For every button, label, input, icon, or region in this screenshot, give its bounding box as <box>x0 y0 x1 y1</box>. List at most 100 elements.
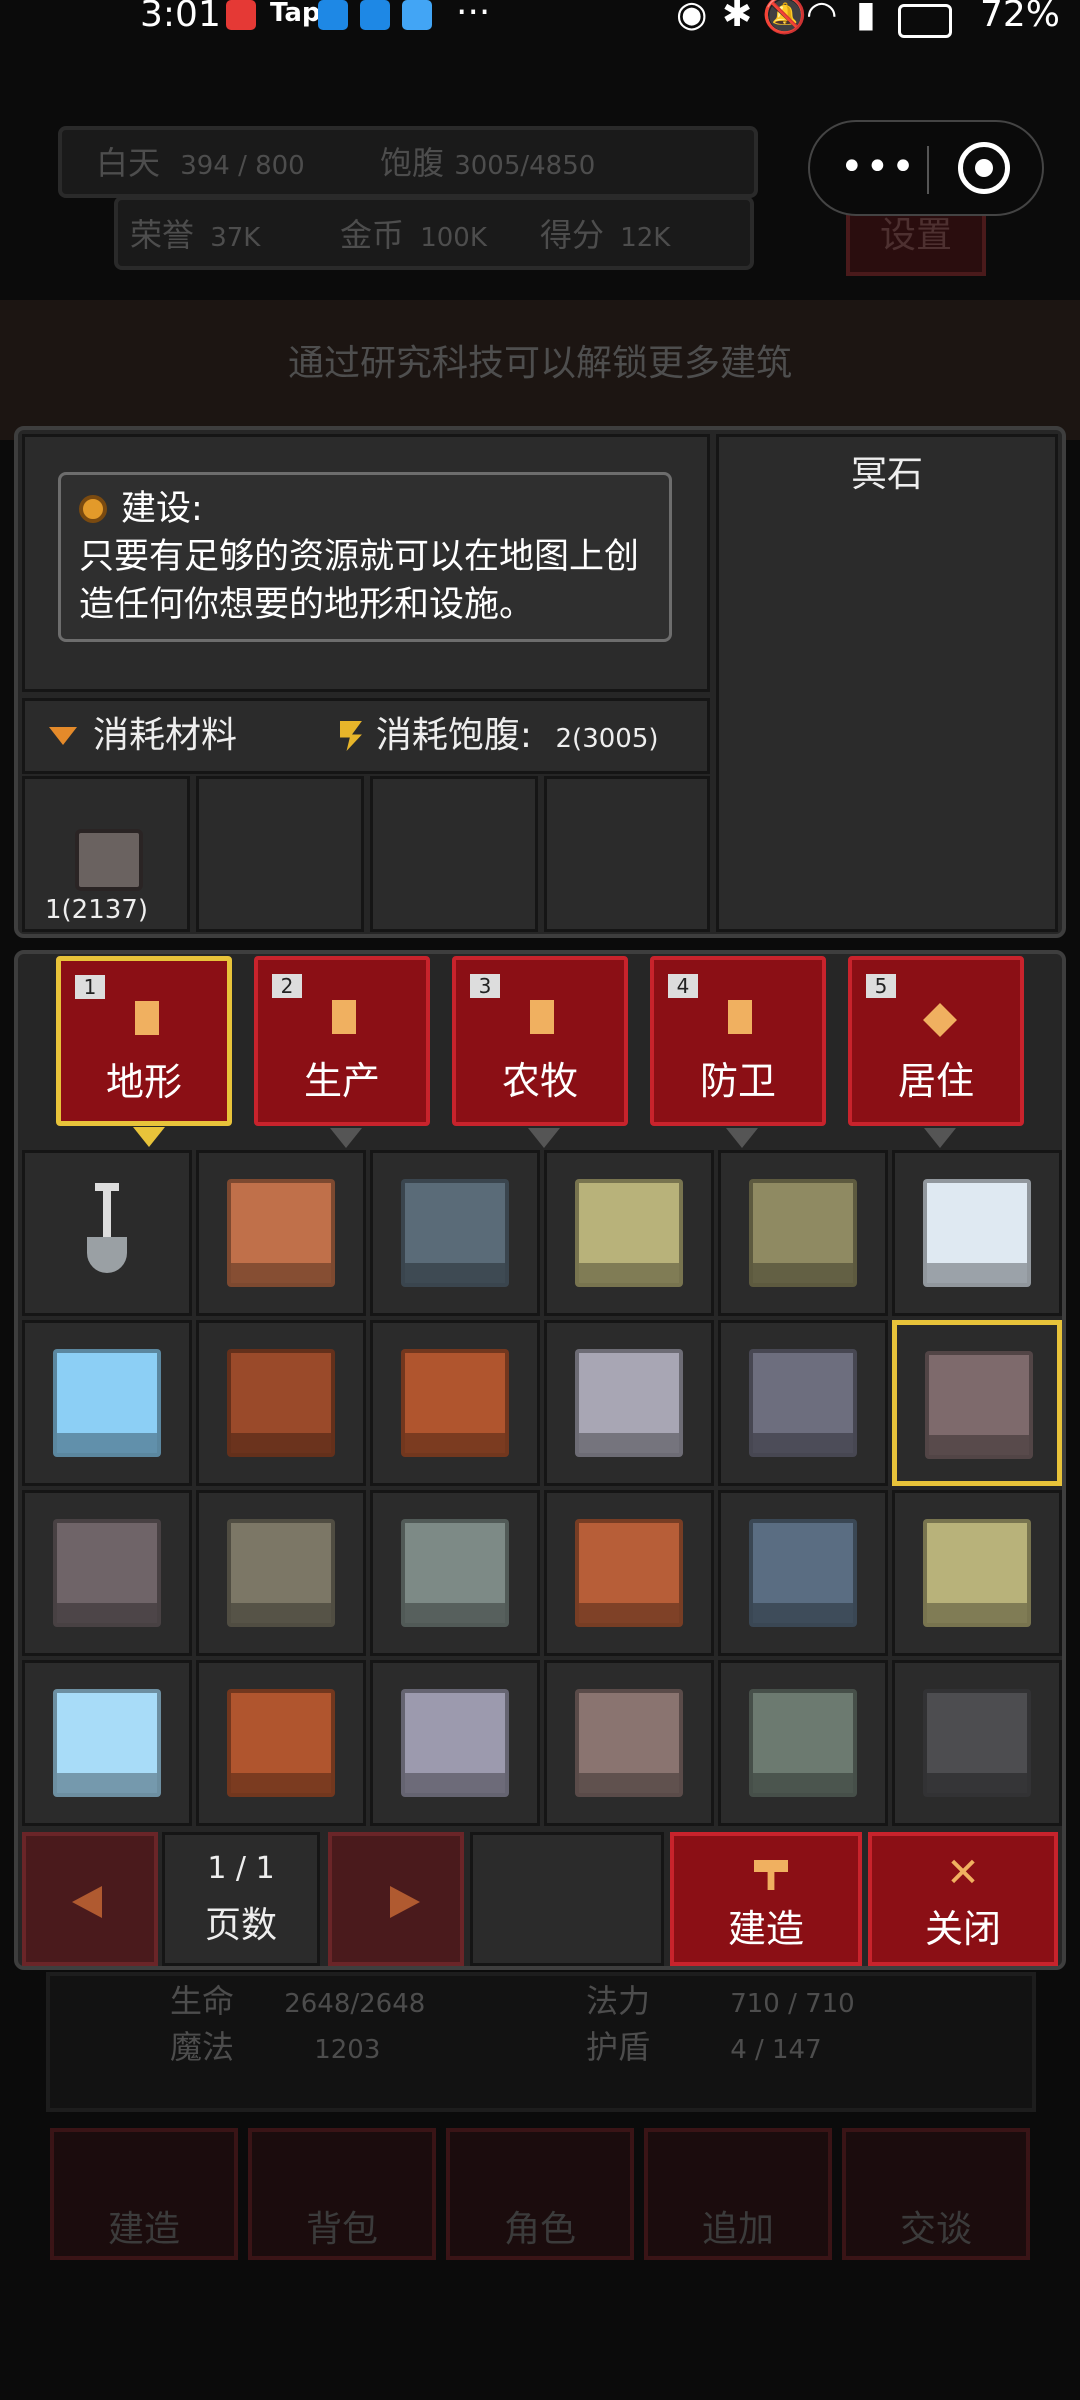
build-description: 只要有足够的资源就可以在地图上创造任何你想要的地形和设施。 <box>79 537 640 625</box>
tile-slot[interactable] <box>370 1490 540 1656</box>
prev-page-button[interactable] <box>22 1832 158 1966</box>
app-icon-blue-1 <box>318 0 348 30</box>
shovel-icon <box>87 1183 127 1283</box>
battery-percent: 72% <box>979 0 1060 35</box>
tab-number: 3 <box>470 974 500 998</box>
tab-label: 生产 <box>303 1059 380 1103</box>
tab-terrain[interactable]: 1 地形 <box>56 956 232 1147</box>
terrain-tile-icon <box>227 1349 335 1457</box>
build-title-label: 建设: <box>121 489 203 529</box>
preview-panel: 冥石 <box>716 434 1058 932</box>
next-page-button[interactable] <box>328 1832 464 1966</box>
tile-slot[interactable] <box>22 1150 192 1316</box>
material-icon <box>75 829 143 891</box>
wifi-icon: ◠ <box>806 0 838 35</box>
tile-slot[interactable] <box>718 1320 888 1486</box>
right-arrow-icon <box>390 1886 420 1918</box>
tab-number: 4 <box>668 974 698 998</box>
tile-slot[interactable] <box>892 1660 1062 1826</box>
tile-slot[interactable] <box>22 1660 192 1826</box>
terrain-icon <box>135 1001 159 1035</box>
stat-hp-value: 2648/2648 <box>284 1989 426 2019</box>
hud-day-value: 394 / 800 <box>180 151 305 181</box>
tile-slot[interactable] <box>544 1490 714 1656</box>
nav-build-button[interactable]: 建造 <box>50 2128 238 2260</box>
terrain-tile-icon <box>575 1689 683 1797</box>
cost-hunger-value: 2(3005) <box>555 724 659 754</box>
nav-add-button[interactable]: 追加 <box>644 2128 832 2260</box>
tile-slot[interactable] <box>544 1320 714 1486</box>
tile-slot[interactable] <box>544 1150 714 1316</box>
nav-chat-button[interactable]: 交谈 <box>842 2128 1030 2260</box>
tile-slot[interactable] <box>196 1490 366 1656</box>
close-button[interactable]: ✕ 关闭 <box>868 1832 1058 1966</box>
stat-magic-label: 魔法 <box>170 2028 235 2066</box>
hud-honor-value: 37K <box>210 223 261 253</box>
nav-label: 角色 <box>503 2209 576 2250</box>
tile-slot[interactable] <box>22 1320 192 1486</box>
terrain-tile-icon <box>575 1349 683 1457</box>
miniprogram-capsule: ••• <box>808 120 1044 216</box>
more-menu-icon[interactable]: ••• <box>840 147 917 187</box>
terrain-tile-icon <box>575 1519 683 1627</box>
terrain-tile-icon <box>401 1689 509 1797</box>
page-label: 页数 <box>204 1905 277 1946</box>
nav-character-button[interactable]: 角色 <box>446 2128 634 2260</box>
build-label: 建造 <box>727 1907 804 1951</box>
cost-row: 消耗材料 消耗饱腹: 2(3005) <box>22 698 710 774</box>
hunger-icon <box>339 721 362 751</box>
tile-slot[interactable] <box>718 1490 888 1656</box>
terrain-tile-icon <box>227 1689 335 1797</box>
build-button[interactable]: 建造 <box>670 1832 862 1966</box>
left-arrow-icon <box>72 1886 102 1918</box>
bluetooth-icon: ✱ <box>722 0 753 35</box>
more-notifications-icon: ··· <box>456 0 491 33</box>
tile-slot[interactable] <box>22 1490 192 1656</box>
material-slot[interactable]: 1(2137) <box>22 776 190 932</box>
app-icon-shield <box>402 0 432 30</box>
tile-slot[interactable] <box>370 1320 540 1486</box>
terrain-tile-icon <box>923 1689 1031 1797</box>
stat-shield: 护盾 4 / 147 <box>586 2022 822 2068</box>
hud-day: 白天 394 / 800 <box>96 138 305 184</box>
tile-slot[interactable] <box>196 1150 366 1316</box>
tile-slot[interactable] <box>892 1490 1062 1656</box>
tile-slot[interactable] <box>370 1150 540 1316</box>
nav-label: 交谈 <box>899 2209 972 2250</box>
terrain-tile-icon <box>749 1179 857 1287</box>
tab-defense[interactable]: 4 防卫 <box>650 956 826 1148</box>
tile-slot[interactable] <box>196 1320 366 1486</box>
tile-slot[interactable] <box>718 1660 888 1826</box>
terrain-tile-icon <box>53 1349 161 1457</box>
terrain-tile-icon <box>227 1519 335 1627</box>
stat-shield-value: 4 / 147 <box>730 2035 822 2065</box>
nav-label: 背包 <box>305 2209 378 2250</box>
stat-shield-label: 护盾 <box>586 2028 651 2066</box>
alert-icon: ▮ <box>856 0 876 35</box>
tile-slot[interactable] <box>196 1660 366 1826</box>
terrain-tile-icon <box>227 1179 335 1287</box>
tile-slot[interactable] <box>892 1150 1062 1316</box>
tile-slot[interactable] <box>544 1660 714 1826</box>
tab-production[interactable]: 2 生产 <box>254 956 430 1148</box>
build-description-box: 建设: 只要有足够的资源就可以在地图上创造任何你想要的地形和设施。 <box>58 472 672 642</box>
stat-mana-label: 法力 <box>586 1982 651 2020</box>
material-slot[interactable] <box>196 776 364 932</box>
hud-score: 得分 12K <box>540 210 670 256</box>
nav-bag-button[interactable]: 背包 <box>248 2128 436 2260</box>
shield-icon <box>728 1000 752 1034</box>
tile-slot[interactable] <box>892 1320 1062 1486</box>
close-miniprogram-icon[interactable] <box>958 142 1010 194</box>
nav-label: 追加 <box>701 2209 774 2250</box>
diamond-icon <box>923 1003 957 1037</box>
tab-farming[interactable]: 3 农牧 <box>452 956 628 1148</box>
material-slot[interactable] <box>370 776 538 932</box>
close-label: 关闭 <box>924 1907 1001 1951</box>
tab-housing[interactable]: 5 居住 <box>848 956 1024 1148</box>
hud-gold-value: 100K <box>420 223 487 253</box>
tile-slot[interactable] <box>370 1660 540 1826</box>
nav-label: 建造 <box>107 2209 180 2250</box>
material-slot[interactable] <box>544 776 710 932</box>
tile-slot[interactable] <box>718 1150 888 1316</box>
hud-honor: 荣誉 37K <box>130 210 260 256</box>
